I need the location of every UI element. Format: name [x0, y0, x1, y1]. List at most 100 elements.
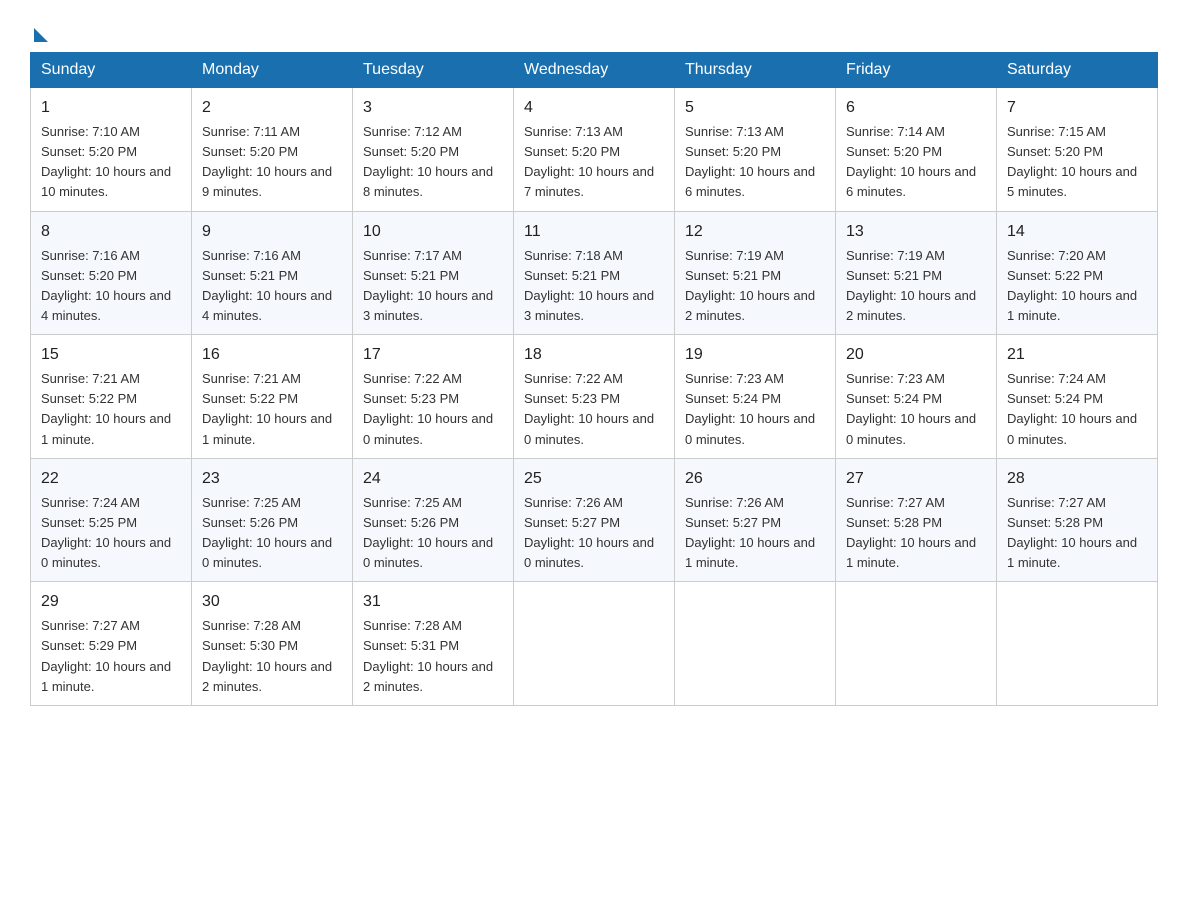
calendar-cell: 27Sunrise: 7:27 AMSunset: 5:28 PMDayligh…	[836, 458, 997, 582]
day-info: Sunrise: 7:26 AMSunset: 5:27 PMDaylight:…	[524, 493, 664, 574]
day-info: Sunrise: 7:22 AMSunset: 5:23 PMDaylight:…	[524, 369, 664, 450]
day-number: 26	[685, 467, 825, 491]
day-info: Sunrise: 7:16 AMSunset: 5:20 PMDaylight:…	[41, 246, 181, 327]
day-info: Sunrise: 7:20 AMSunset: 5:22 PMDaylight:…	[1007, 246, 1147, 327]
calendar-week-row: 15Sunrise: 7:21 AMSunset: 5:22 PMDayligh…	[31, 335, 1158, 459]
calendar-cell: 4Sunrise: 7:13 AMSunset: 5:20 PMDaylight…	[514, 88, 675, 212]
calendar-header-row: SundayMondayTuesdayWednesdayThursdayFrid…	[31, 53, 1158, 88]
day-info: Sunrise: 7:23 AMSunset: 5:24 PMDaylight:…	[685, 369, 825, 450]
day-number: 25	[524, 467, 664, 491]
day-number: 13	[846, 220, 986, 244]
day-number: 21	[1007, 343, 1147, 367]
day-number: 2	[202, 96, 342, 120]
calendar-cell: 17Sunrise: 7:22 AMSunset: 5:23 PMDayligh…	[353, 335, 514, 459]
calendar-week-row: 29Sunrise: 7:27 AMSunset: 5:29 PMDayligh…	[31, 582, 1158, 706]
day-number: 27	[846, 467, 986, 491]
calendar-cell: 31Sunrise: 7:28 AMSunset: 5:31 PMDayligh…	[353, 582, 514, 706]
column-header-saturday: Saturday	[997, 53, 1158, 88]
logo	[30, 20, 48, 36]
column-header-tuesday: Tuesday	[353, 53, 514, 88]
column-header-sunday: Sunday	[31, 53, 192, 88]
day-number: 17	[363, 343, 503, 367]
calendar-cell: 5Sunrise: 7:13 AMSunset: 5:20 PMDaylight…	[675, 88, 836, 212]
day-number: 7	[1007, 96, 1147, 120]
calendar-cell: 18Sunrise: 7:22 AMSunset: 5:23 PMDayligh…	[514, 335, 675, 459]
day-number: 22	[41, 467, 181, 491]
calendar-cell: 19Sunrise: 7:23 AMSunset: 5:24 PMDayligh…	[675, 335, 836, 459]
day-number: 15	[41, 343, 181, 367]
calendar-cell	[675, 582, 836, 706]
calendar-cell: 8Sunrise: 7:16 AMSunset: 5:20 PMDaylight…	[31, 211, 192, 335]
column-header-friday: Friday	[836, 53, 997, 88]
day-info: Sunrise: 7:16 AMSunset: 5:21 PMDaylight:…	[202, 246, 342, 327]
day-info: Sunrise: 7:27 AMSunset: 5:29 PMDaylight:…	[41, 616, 181, 697]
day-number: 29	[41, 590, 181, 614]
day-number: 16	[202, 343, 342, 367]
day-number: 8	[41, 220, 181, 244]
day-info: Sunrise: 7:24 AMSunset: 5:25 PMDaylight:…	[41, 493, 181, 574]
day-info: Sunrise: 7:19 AMSunset: 5:21 PMDaylight:…	[846, 246, 986, 327]
day-info: Sunrise: 7:13 AMSunset: 5:20 PMDaylight:…	[524, 122, 664, 203]
calendar-cell: 7Sunrise: 7:15 AMSunset: 5:20 PMDaylight…	[997, 88, 1158, 212]
day-info: Sunrise: 7:28 AMSunset: 5:31 PMDaylight:…	[363, 616, 503, 697]
day-info: Sunrise: 7:27 AMSunset: 5:28 PMDaylight:…	[846, 493, 986, 574]
calendar-cell: 6Sunrise: 7:14 AMSunset: 5:20 PMDaylight…	[836, 88, 997, 212]
day-info: Sunrise: 7:28 AMSunset: 5:30 PMDaylight:…	[202, 616, 342, 697]
day-info: Sunrise: 7:14 AMSunset: 5:20 PMDaylight:…	[846, 122, 986, 203]
day-number: 23	[202, 467, 342, 491]
calendar-cell: 25Sunrise: 7:26 AMSunset: 5:27 PMDayligh…	[514, 458, 675, 582]
day-info: Sunrise: 7:26 AMSunset: 5:27 PMDaylight:…	[685, 493, 825, 574]
calendar-cell: 3Sunrise: 7:12 AMSunset: 5:20 PMDaylight…	[353, 88, 514, 212]
calendar-cell: 2Sunrise: 7:11 AMSunset: 5:20 PMDaylight…	[192, 88, 353, 212]
calendar-cell: 1Sunrise: 7:10 AMSunset: 5:20 PMDaylight…	[31, 88, 192, 212]
page-header	[30, 20, 1158, 36]
day-number: 11	[524, 220, 664, 244]
day-info: Sunrise: 7:19 AMSunset: 5:21 PMDaylight:…	[685, 246, 825, 327]
day-number: 20	[846, 343, 986, 367]
calendar-cell: 16Sunrise: 7:21 AMSunset: 5:22 PMDayligh…	[192, 335, 353, 459]
day-number: 6	[846, 96, 986, 120]
day-number: 4	[524, 96, 664, 120]
calendar-cell	[997, 582, 1158, 706]
day-info: Sunrise: 7:12 AMSunset: 5:20 PMDaylight:…	[363, 122, 503, 203]
day-info: Sunrise: 7:21 AMSunset: 5:22 PMDaylight:…	[41, 369, 181, 450]
day-info: Sunrise: 7:10 AMSunset: 5:20 PMDaylight:…	[41, 122, 181, 203]
calendar-cell	[514, 582, 675, 706]
column-header-wednesday: Wednesday	[514, 53, 675, 88]
calendar-cell: 20Sunrise: 7:23 AMSunset: 5:24 PMDayligh…	[836, 335, 997, 459]
day-info: Sunrise: 7:18 AMSunset: 5:21 PMDaylight:…	[524, 246, 664, 327]
calendar-cell: 30Sunrise: 7:28 AMSunset: 5:30 PMDayligh…	[192, 582, 353, 706]
day-info: Sunrise: 7:17 AMSunset: 5:21 PMDaylight:…	[363, 246, 503, 327]
day-info: Sunrise: 7:23 AMSunset: 5:24 PMDaylight:…	[846, 369, 986, 450]
day-info: Sunrise: 7:22 AMSunset: 5:23 PMDaylight:…	[363, 369, 503, 450]
calendar-cell: 10Sunrise: 7:17 AMSunset: 5:21 PMDayligh…	[353, 211, 514, 335]
calendar-week-row: 1Sunrise: 7:10 AMSunset: 5:20 PMDaylight…	[31, 88, 1158, 212]
column-header-thursday: Thursday	[675, 53, 836, 88]
calendar-week-row: 22Sunrise: 7:24 AMSunset: 5:25 PMDayligh…	[31, 458, 1158, 582]
calendar-cell: 9Sunrise: 7:16 AMSunset: 5:21 PMDaylight…	[192, 211, 353, 335]
calendar-cell: 13Sunrise: 7:19 AMSunset: 5:21 PMDayligh…	[836, 211, 997, 335]
day-number: 3	[363, 96, 503, 120]
logo-triangle-icon	[34, 28, 48, 42]
day-info: Sunrise: 7:25 AMSunset: 5:26 PMDaylight:…	[363, 493, 503, 574]
calendar-cell: 23Sunrise: 7:25 AMSunset: 5:26 PMDayligh…	[192, 458, 353, 582]
day-number: 12	[685, 220, 825, 244]
calendar-table: SundayMondayTuesdayWednesdayThursdayFrid…	[30, 52, 1158, 706]
calendar-cell: 29Sunrise: 7:27 AMSunset: 5:29 PMDayligh…	[31, 582, 192, 706]
day-info: Sunrise: 7:25 AMSunset: 5:26 PMDaylight:…	[202, 493, 342, 574]
calendar-cell: 11Sunrise: 7:18 AMSunset: 5:21 PMDayligh…	[514, 211, 675, 335]
calendar-cell: 12Sunrise: 7:19 AMSunset: 5:21 PMDayligh…	[675, 211, 836, 335]
day-number: 18	[524, 343, 664, 367]
day-number: 1	[41, 96, 181, 120]
day-info: Sunrise: 7:27 AMSunset: 5:28 PMDaylight:…	[1007, 493, 1147, 574]
day-info: Sunrise: 7:13 AMSunset: 5:20 PMDaylight:…	[685, 122, 825, 203]
day-info: Sunrise: 7:15 AMSunset: 5:20 PMDaylight:…	[1007, 122, 1147, 203]
calendar-cell: 28Sunrise: 7:27 AMSunset: 5:28 PMDayligh…	[997, 458, 1158, 582]
calendar-week-row: 8Sunrise: 7:16 AMSunset: 5:20 PMDaylight…	[31, 211, 1158, 335]
calendar-cell: 21Sunrise: 7:24 AMSunset: 5:24 PMDayligh…	[997, 335, 1158, 459]
calendar-cell: 22Sunrise: 7:24 AMSunset: 5:25 PMDayligh…	[31, 458, 192, 582]
calendar-cell: 24Sunrise: 7:25 AMSunset: 5:26 PMDayligh…	[353, 458, 514, 582]
day-number: 30	[202, 590, 342, 614]
day-number: 10	[363, 220, 503, 244]
column-header-monday: Monday	[192, 53, 353, 88]
